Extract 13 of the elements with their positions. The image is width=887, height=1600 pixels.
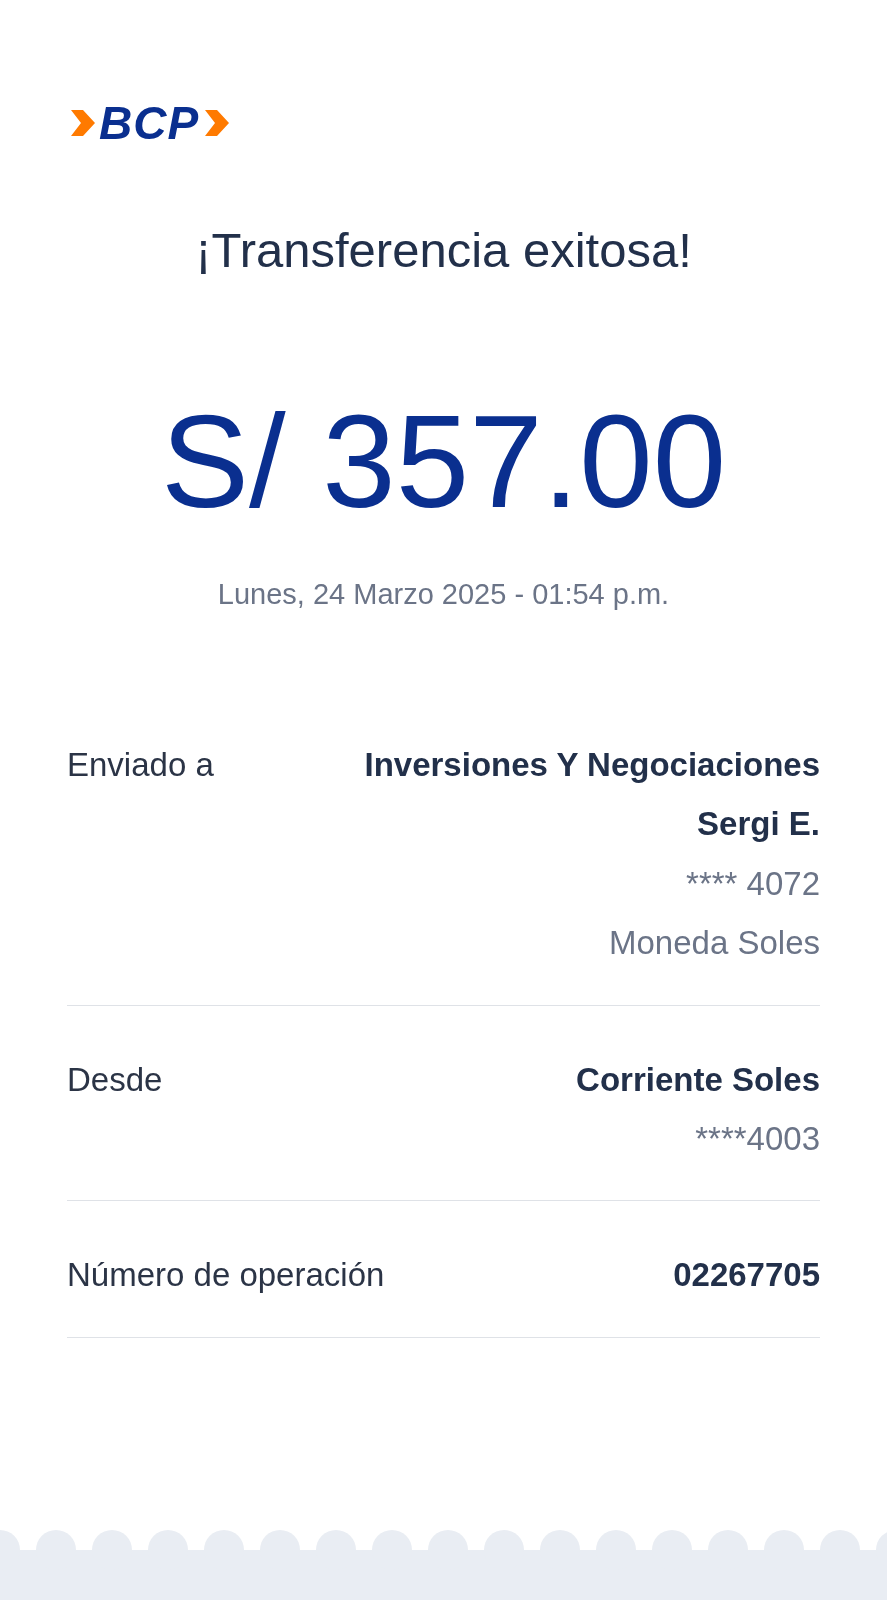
date-time: Lunes, 24 Marzo 2025 - 01:54 p.m. bbox=[216, 578, 671, 611]
detail-value: Corriente Soles bbox=[576, 1059, 820, 1100]
logo-text: BCP bbox=[99, 96, 200, 150]
detail-value: 02267705 bbox=[673, 1255, 820, 1296]
page-title: ¡Transferencia exitosa! bbox=[194, 222, 693, 278]
amount: S/ 357.00 bbox=[159, 396, 728, 528]
detail-label: Enviado a bbox=[67, 745, 214, 785]
detail-label: Número de operación bbox=[67, 1255, 385, 1296]
detail-label: Desde bbox=[67, 1059, 163, 1100]
detail-subvalue: **** 4072 bbox=[686, 863, 820, 904]
detail-subvalue: Moneda Soles bbox=[609, 923, 820, 964]
detail-subvalue: ****4003 bbox=[695, 1118, 820, 1159]
detail-value: Inversiones Y Negociaciones Sergi E. bbox=[363, 745, 820, 845]
